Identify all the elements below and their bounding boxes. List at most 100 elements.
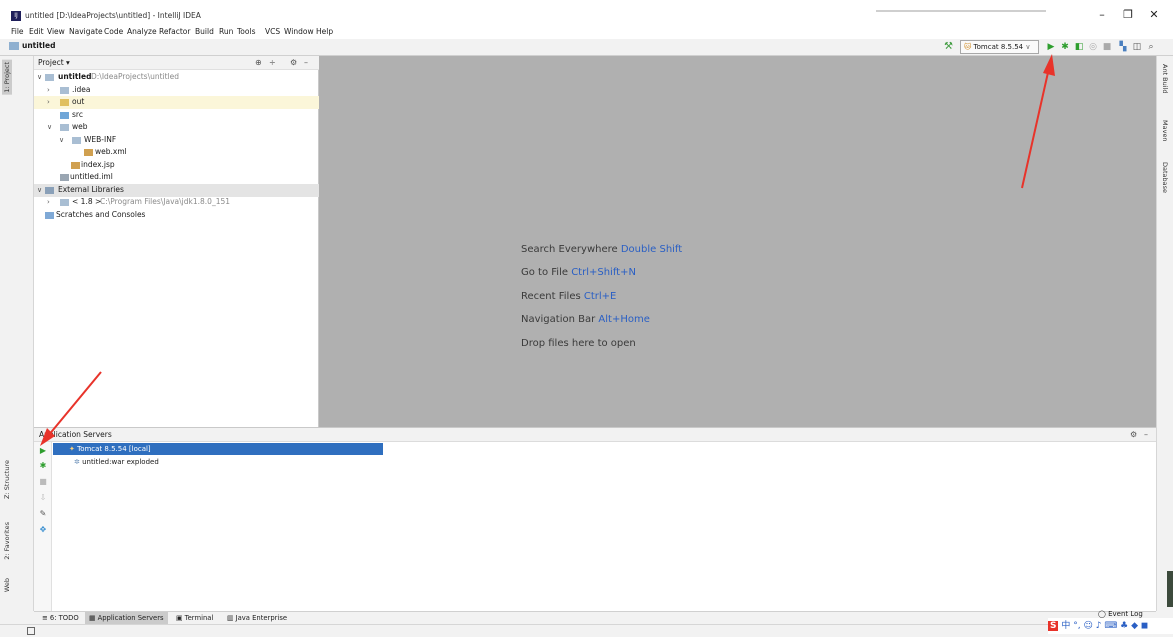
- application-servers-panel: Application Servers ⚙ – ▶ ✱ ■ ⇩ ✎ ✥ ✦ To…: [34, 427, 1156, 612]
- toggle-tool-windows-icon[interactable]: [27, 627, 35, 635]
- hint-search-everywhere: Search Everywhere Double Shift: [521, 244, 682, 255]
- title-divider: [876, 10, 1046, 12]
- close-button[interactable]: ✕: [1144, 8, 1164, 22]
- java-enterprise-tab[interactable]: ▥ Java Enterprise: [223, 612, 291, 624]
- locate-icon[interactable]: ⊕: [255, 57, 262, 69]
- collapse-icon[interactable]: ÷: [269, 57, 276, 69]
- chevron-right-icon[interactable]: ›: [47, 96, 55, 108]
- tree-item-web-inf[interactable]: ∨ WEB-INF: [34, 134, 319, 147]
- chevron-right-icon[interactable]: ›: [47, 84, 55, 96]
- menu-refactor[interactable]: Refactor: [159, 26, 190, 38]
- hint-go-to-file: Go to File Ctrl+Shift+N: [521, 267, 636, 278]
- terminal-tab[interactable]: ▣ Terminal: [172, 612, 217, 624]
- tree-label: External Libraries: [58, 185, 124, 194]
- tree-item-jdk[interactable]: › < 1.8 > C:\Program Files\Java\jdk1.8.0…: [34, 196, 319, 209]
- chevron-down-icon[interactable]: ∨: [47, 121, 55, 133]
- folder-icon: [72, 137, 81, 144]
- event-log-button[interactable]: ◯ Event Log: [1098, 610, 1143, 618]
- tree-label: Scratches and Consoles: [56, 210, 146, 219]
- menu-code[interactable]: Code: [104, 26, 123, 38]
- servers-icon: ▦: [89, 614, 96, 622]
- tree-item-web-xml[interactable]: web.xml: [34, 146, 319, 159]
- chevron-down-icon[interactable]: ∨: [37, 184, 45, 196]
- project-structure-icon[interactable]: ▚: [1117, 40, 1129, 54]
- run-configuration-select[interactable]: 🐱 Tomcat 8.5.54 ∨: [960, 40, 1039, 54]
- gear-icon[interactable]: ⚙: [1130, 429, 1137, 441]
- tab-label: Java Enterprise: [235, 614, 288, 622]
- minimize-button[interactable]: –: [1092, 8, 1112, 22]
- menu-edit[interactable]: Edit: [29, 26, 44, 38]
- database-tool-tab[interactable]: Database: [1161, 162, 1169, 193]
- server-tree-item[interactable]: ✦ Tomcat 8.5.54 [local]: [53, 443, 383, 455]
- hint-text: Recent Files: [521, 291, 581, 302]
- tree-item-untitled-iml[interactable]: untitled.iml: [34, 171, 319, 184]
- ime-toolbar[interactable]: S 中 °, ☺ ♪ ⌨ ♣ ◆ ◼: [1048, 618, 1173, 634]
- todo-tab[interactable]: ≡ 6: TODO: [38, 612, 83, 624]
- menu-window[interactable]: Window: [284, 26, 314, 38]
- application-servers-tab[interactable]: ▦ Application Servers: [85, 612, 168, 624]
- artifacts-icon[interactable]: ✥: [38, 525, 48, 534]
- gear-icon[interactable]: ⚙: [290, 57, 297, 69]
- navigation-bar: untitled ⚒ 🐱 Tomcat 8.5.54 ∨ ▶ ✱ ◧ ◎ ■ ▚…: [0, 39, 1173, 56]
- project-panel-header: Project ▾ ⊕ ÷ ⚙ –: [34, 56, 319, 70]
- project-folder-icon: [9, 42, 19, 50]
- structure-tool-tab[interactable]: Z: Structure: [3, 460, 11, 499]
- editor-empty-area[interactable]: Search Everywhere Double Shift Go to Fil…: [319, 56, 1156, 427]
- web-tool-tab[interactable]: Web: [3, 578, 11, 592]
- tree-item-scratches[interactable]: Scratches and Consoles: [34, 209, 319, 222]
- menu-file[interactable]: File: [11, 26, 24, 38]
- maven-tool-tab[interactable]: Maven: [1161, 120, 1169, 142]
- menu-analyze[interactable]: Analyze: [127, 26, 157, 38]
- hide-icon[interactable]: –: [304, 57, 308, 69]
- edit-configuration-icon[interactable]: ✎: [38, 509, 48, 518]
- terminal-icon: ▣: [176, 614, 183, 622]
- coverage-icon[interactable]: ◧: [1073, 40, 1085, 54]
- menu-help[interactable]: Help: [316, 26, 333, 38]
- tree-item-out[interactable]: › out: [34, 96, 319, 109]
- search-icon[interactable]: ⌕: [1145, 40, 1157, 54]
- deploy-icon[interactable]: ⇩: [38, 493, 48, 502]
- debug-bug-icon[interactable]: ✱: [1059, 40, 1071, 54]
- project-tool-tab[interactable]: 1: Project: [2, 60, 12, 95]
- menu-build[interactable]: Build: [195, 26, 214, 38]
- menu-vcs[interactable]: VCS: [265, 26, 280, 38]
- project-view-dropdown[interactable]: Project ▾: [38, 57, 70, 69]
- menu-navigate[interactable]: Navigate: [69, 26, 103, 38]
- stop-icon[interactable]: ■: [1101, 40, 1113, 54]
- stop-server-icon[interactable]: ■: [38, 477, 48, 486]
- tree-item-web[interactable]: ∨ web: [34, 121, 319, 134]
- artifact-icon: ✲: [74, 458, 80, 466]
- hide-icon[interactable]: –: [1144, 429, 1148, 441]
- run-server-icon[interactable]: ▶: [38, 446, 48, 455]
- hint-text: Navigation Bar: [521, 314, 596, 325]
- tree-item-src[interactable]: src: [34, 109, 319, 122]
- tree-item-idea[interactable]: › .idea: [34, 84, 319, 97]
- hint-text: Drop files here to open: [521, 338, 636, 349]
- artifact-tree-item[interactable]: ✲ untitled:war exploded: [74, 456, 159, 468]
- servers-toolbar: ▶ ✱ ■ ⇩ ✎ ✥: [34, 442, 52, 612]
- ant-build-tool-tab[interactable]: Ant Build: [1161, 64, 1169, 94]
- favorites-tool-tab[interactable]: 2: Favorites: [3, 522, 11, 560]
- menu-tools[interactable]: Tools: [237, 26, 255, 38]
- restore-button[interactable]: ❐: [1118, 8, 1138, 22]
- layout-icon[interactable]: ◫: [1131, 40, 1143, 54]
- tree-item-untitled[interactable]: ∨ untitled D:\IdeaProjects\untitled: [34, 71, 319, 84]
- tree-item-index-jsp[interactable]: index.jsp: [34, 159, 319, 172]
- debug-server-icon[interactable]: ✱: [38, 461, 48, 470]
- chevron-right-icon[interactable]: ›: [47, 196, 55, 208]
- module-folder-icon: [45, 74, 54, 81]
- breadcrumb-project[interactable]: untitled: [22, 41, 55, 50]
- chevron-down-icon[interactable]: ∨: [59, 134, 67, 146]
- tree-path: C:\Program Files\Java\jdk1.8.0_151: [100, 197, 231, 206]
- chevron-down-icon[interactable]: ∨: [37, 71, 45, 83]
- profile-icon[interactable]: ◎: [1087, 40, 1099, 54]
- hint-shortcut: Double Shift: [620, 244, 683, 255]
- java-enterprise-icon: ▥: [227, 614, 234, 622]
- excluded-folder-icon: [60, 99, 69, 106]
- tree-item-external-libraries[interactable]: ∨ External Libraries: [34, 184, 319, 197]
- left-tool-stripe: 1: Project Z: Structure 2: Favorites Web: [0, 56, 34, 611]
- build-hammer-icon[interactable]: ⚒: [944, 41, 953, 52]
- run-icon[interactable]: ▶: [1045, 40, 1057, 54]
- menu-run[interactable]: Run: [219, 26, 233, 38]
- menu-view[interactable]: View: [47, 26, 65, 38]
